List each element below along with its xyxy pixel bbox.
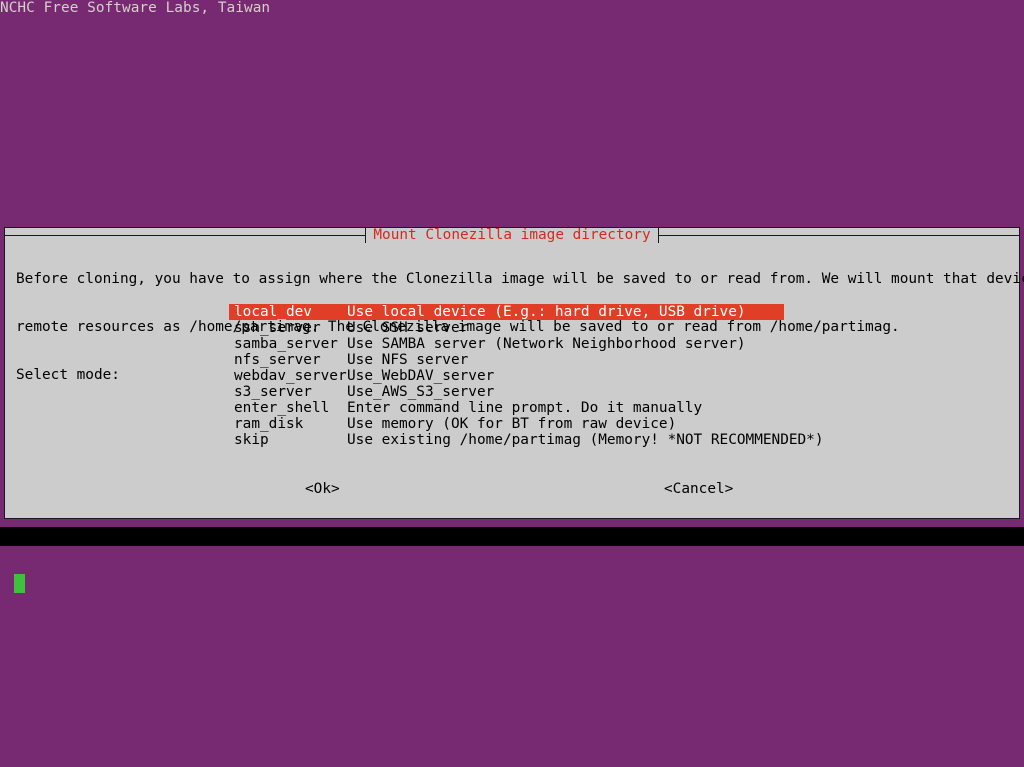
menu-item-ssh-server[interactable]: ssh_server Use SSH server <box>229 320 789 336</box>
menu-item-tag: s3_server <box>234 384 312 400</box>
menu-item-desc: Enter command line prompt. Do it manuall… <box>347 400 703 416</box>
terminal-cursor <box>14 574 25 593</box>
menu-item-tag: local_dev <box>234 304 312 320</box>
menu-item-tag: nfs_server <box>234 352 321 368</box>
menu-item-tag: webdav_server <box>234 368 347 384</box>
body-line-1: Before cloning, you have to assign where… <box>16 271 1024 287</box>
menu-item-webdav-server[interactable]: webdav_server Use_WebDAV_server <box>229 368 789 384</box>
menu-item-tag: skip <box>234 432 269 448</box>
mode-menu-list[interactable]: local_dev Use local device (E.g.: hard d… <box>229 304 824 448</box>
menu-item-desc: Use NFS server <box>347 352 469 368</box>
menu-item-desc: Use SAMBA server (Network Neighborhood s… <box>347 336 746 352</box>
menu-item-desc: Use local device (E.g.: hard drive, USB … <box>347 304 746 320</box>
menu-item-desc: Use_WebDAV_server <box>347 368 495 384</box>
menu-item-desc: Use SSH server <box>347 320 469 336</box>
cancel-button[interactable]: <Cancel> <box>664 481 733 497</box>
menu-item-ram-disk[interactable]: ram_disk Use memory (OK for BT from raw … <box>229 416 789 432</box>
menu-item-tag: samba_server <box>234 336 338 352</box>
mount-image-directory-dialog: Mount Clonezilla image directory Before … <box>4 227 1024 519</box>
menu-item-desc: Use memory (OK for BT from raw device) <box>347 416 677 432</box>
menu-item-desc: Use existing /home/partimag (Memory! *NO… <box>347 432 824 448</box>
menu-item-enter-shell[interactable]: enter_shell Enter command line prompt. D… <box>229 400 789 416</box>
menu-item-samba-server[interactable]: samba_server Use SAMBA server (Network N… <box>229 336 789 352</box>
menu-item-local-dev[interactable]: local_dev Use local device (E.g.: hard d… <box>229 304 784 320</box>
menu-item-desc: Use_AWS_S3_server <box>347 384 495 400</box>
menu-item-tag: ssh_server <box>234 320 321 336</box>
menu-item-tag: ram_disk <box>234 416 304 432</box>
terminal-screen: NCHC Free Software Labs, Taiwan Mount Cl… <box>0 0 1024 767</box>
menu-item-skip[interactable]: skip Use existing /home/partimag (Memory… <box>229 432 824 448</box>
console-header-line: NCHC Free Software Labs, Taiwan <box>0 0 271 16</box>
menu-item-nfs-server[interactable]: nfs_server Use NFS server <box>229 352 789 368</box>
menu-item-tag: enter_shell <box>234 400 330 416</box>
menu-item-s3-server[interactable]: s3_server Use_AWS_S3_server <box>229 384 789 400</box>
ok-button[interactable]: <Ok> <box>305 481 340 497</box>
console-black-bar <box>0 527 1024 546</box>
